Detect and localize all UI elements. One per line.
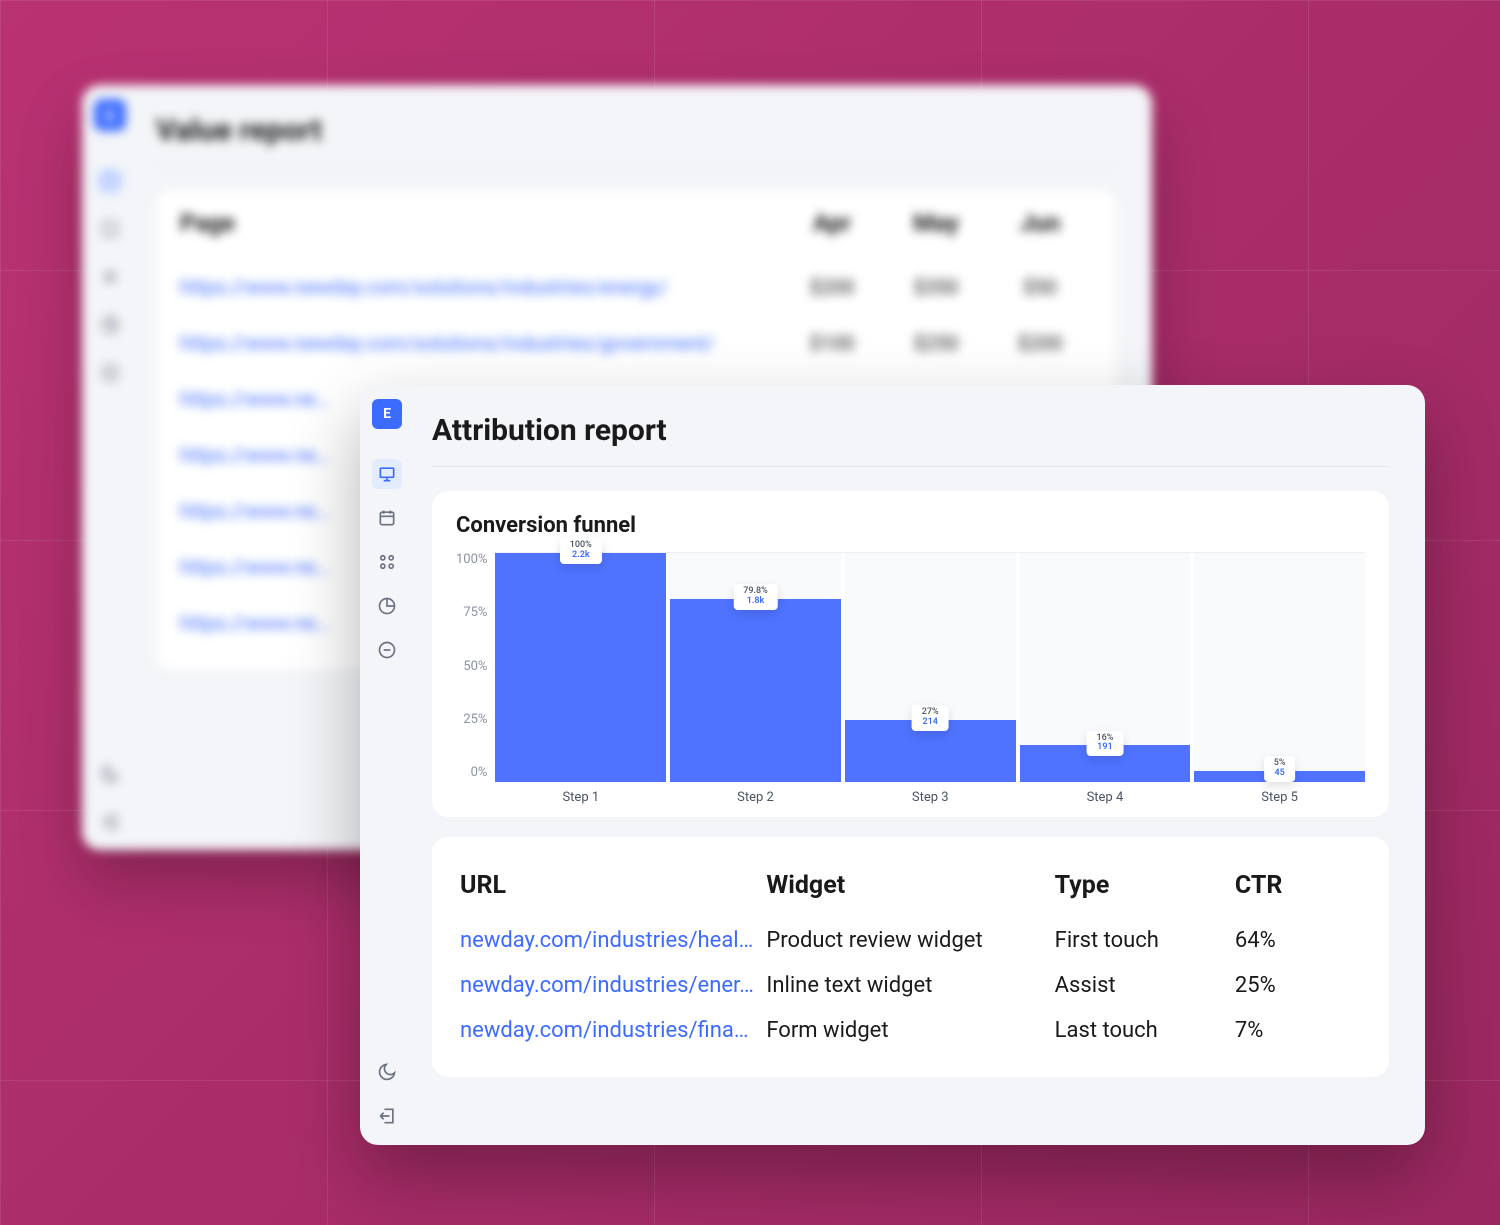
col-may: May [884,209,988,259]
nav-piechart-icon[interactable] [372,591,402,621]
attribution-table-body: newday.com/industries/healt…Product revi… [460,918,1361,1053]
bar-tooltip: 100%2.2k [560,538,602,564]
col-type: Type [1055,861,1235,918]
col-page: Page [180,209,780,259]
y-tick: 100% [456,552,487,567]
app-logo[interactable]: E [372,399,402,429]
bar-tooltip: 5%45 [1264,756,1296,782]
bar-tooltip: 27%214 [912,705,949,731]
col-url: URL [460,861,766,918]
table-row: https://www.newday.com/solutions/industr… [180,315,1092,371]
attribution-table-card: URL Widget Type CTR newday.com/industrie… [432,837,1389,1077]
y-tick: 50% [456,659,487,674]
attribution-report-window: E Attribution report Conversion funnel [360,385,1425,1145]
nav-apps-icon[interactable] [372,547,402,577]
x-tick: Step 1 [495,790,666,805]
bars-row: 100%2.2k 79.8%1.8k 27%214 16%191 5%45 [495,552,1365,782]
bar-column: 5%45 [1194,553,1365,782]
nav-layout-icon[interactable] [96,215,124,243]
attr-widget: Product review widget [766,918,1054,963]
cell-apr: $100 [780,315,884,371]
tooltip-count: 1.8k [743,597,767,607]
table-row: newday.com/industries/ener…Inline text w… [460,963,1361,1008]
y-tick: 25% [456,712,487,727]
sidebar-rail: E [360,385,414,1145]
attr-type: Assist [1055,963,1235,1008]
y-tick: 0% [456,765,487,780]
front-main-panel: Attribution report Conversion funnel 100… [414,385,1425,1145]
bar[interactable] [670,599,841,782]
x-tick: Step 3 [845,790,1016,805]
tooltip-count: 214 [922,718,939,728]
attribution-table: URL Widget Type CTR newday.com/industrie… [460,861,1361,1053]
cell-jun: $200 [988,315,1092,371]
nav-presentation-icon[interactable] [372,459,402,489]
page-link[interactable]: https://www.newday.com/solutions/industr… [180,315,780,371]
y-tick: 75% [456,605,487,620]
attr-url[interactable]: newday.com/industries/ener… [460,963,766,1008]
x-tick: Step 4 [1020,790,1191,805]
x-tick: Step 5 [1194,790,1365,805]
chart-area: 100%2.2k 79.8%1.8k 27%214 16%191 5%45 Step 1… [495,552,1365,805]
nav-list-icon[interactable] [96,263,124,291]
nav-piechart-icon[interactable] [96,311,124,339]
nav-calendar-icon[interactable] [372,503,402,533]
bar[interactable] [495,553,666,782]
col-ctr: CTR [1235,861,1361,918]
table-row: newday.com/industries/finan…Form widgetL… [460,1008,1361,1053]
dark-mode-icon[interactable] [372,1057,402,1087]
page-link[interactable]: https://www.newday.com/solutions/industr… [180,259,780,315]
bar-tooltip: 79.8%1.8k [733,584,777,610]
cell-may: $350 [884,259,988,315]
col-widget: Widget [766,861,1054,918]
page-title: Value report [156,113,1116,167]
attr-ctr: 64% [1235,918,1361,963]
cell-may: $250 [884,315,988,371]
bar-column: 79.8%1.8k [670,553,841,782]
bar-tooltip: 16%191 [1086,731,1123,757]
funnel-chart-card: Conversion funnel 100% 75% 50% 25% 0% 100%2.… [432,491,1389,817]
tooltip-count: 45 [1274,769,1286,779]
cell-jun: $50 [988,259,1092,315]
x-axis-labels: Step 1 Step 2 Step 3 Step 4Step 5 [495,790,1365,805]
nav-chat-icon[interactable] [372,635,402,665]
attr-url[interactable]: newday.com/industries/healt… [460,918,766,963]
page-title: Attribution report [432,413,1389,467]
nav-chat-icon[interactable] [96,359,124,387]
x-tick: Step 2 [670,790,841,805]
col-apr: Apr [780,209,884,259]
bar-column: 27%214 [845,553,1016,782]
table-row: newday.com/industries/healt…Product revi… [460,918,1361,963]
tooltip-count: 2.2k [570,551,592,561]
chart-wrap: 100%75%50%25%0% 100%2.2k79.8%1.8k27%2141… [456,552,1365,805]
bar-column: 16%191 [1020,553,1191,782]
bar-column: 100%2.2k [495,553,666,782]
cell-apr: $200 [780,259,884,315]
chart-title: Conversion funnel [456,513,1365,538]
col-jun: Jun [988,209,1092,259]
logout-icon[interactable] [96,808,124,836]
attr-ctr: 7% [1235,1008,1361,1053]
table-row: https://www.newday.com/solutions/industr… [180,259,1092,315]
app-logo[interactable]: E [94,99,126,131]
tooltip-count: 191 [1096,743,1113,753]
attr-type: First touch [1055,918,1235,963]
logout-icon[interactable] [372,1101,402,1131]
sidebar-rail: E [82,85,138,850]
attr-type: Last touch [1055,1008,1235,1053]
attr-widget: Inline text widget [766,963,1054,1008]
y-axis-labels: 100% 75% 50% 25% 0% [456,552,487,782]
attr-url[interactable]: newday.com/industries/finan… [460,1008,766,1053]
dark-mode-icon[interactable] [96,760,124,788]
nav-dashboard-icon[interactable] [96,167,124,195]
attr-ctr: 25% [1235,963,1361,1008]
attr-widget: Form widget [766,1008,1054,1053]
